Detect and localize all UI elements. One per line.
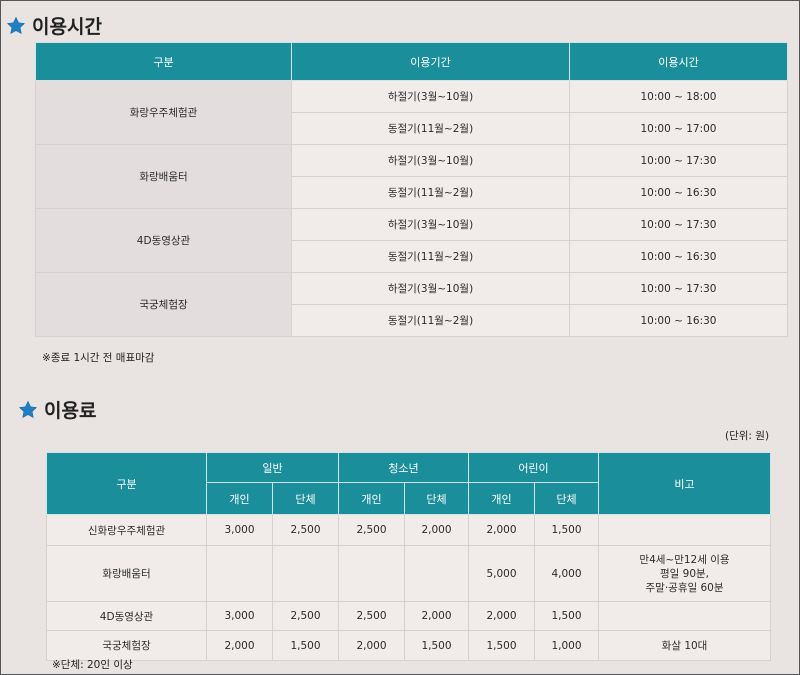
time-cell: 10:00 ~ 17:30 (569, 208, 788, 241)
table-row: 국궁체험장 하절기(3월~10월) 10:00 ~ 17:30 (35, 272, 788, 337)
time-cell: 10:00 ~ 17:30 (569, 144, 788, 177)
fee-cell (206, 545, 273, 602)
fee-cell (404, 545, 469, 602)
unit-label: (단위: 원) (725, 430, 770, 442)
star-icon (6, 16, 26, 34)
fee-cell: 2,000 (468, 601, 535, 631)
table-row: 4D동영상관 3,000 2,500 2,500 2,000 2,000 1,5… (46, 601, 771, 631)
fee-cell: 1,500 (534, 601, 599, 631)
hours-header-period: 이용기간 (291, 42, 570, 81)
period-cell: 하절기(3월~10월) (291, 144, 570, 177)
hours-title-text: 이용시간 (32, 16, 102, 38)
remark-cell (598, 601, 771, 631)
facility-cell: 화랑우주체험관 (35, 80, 292, 145)
facility-cell: 국궁체험장 (35, 272, 292, 337)
period-cell: 동절기(11월~2월) (291, 304, 570, 337)
fee-cell (272, 545, 339, 602)
table-row: 4D동영상관 하절기(3월~10월) 10:00 ~ 17:30 (35, 208, 788, 273)
fee-cell: 4,000 (534, 545, 599, 602)
period-cell: 동절기(11월~2월) (291, 240, 570, 273)
fee-cell: 1,500 (272, 630, 339, 661)
fee-cell: 2,500 (272, 601, 339, 631)
fee-cell (338, 545, 405, 602)
group-header-child: 어린이 (468, 452, 599, 483)
table-row: 화랑배움터 하절기(3월~10월) 10:00 ~ 17:30 (35, 144, 788, 209)
time-cell: 10:00 ~ 16:30 (569, 240, 788, 273)
subheader-group: 단체 (404, 482, 469, 515)
fee-cell: 2,000 (468, 514, 535, 546)
fee-cell: 1,500 (468, 630, 535, 661)
fee-cell: 2,500 (272, 514, 339, 546)
remark-line: 주말·공휴일 60분 (645, 581, 724, 594)
period-cell: 하절기(3월~10월) (291, 208, 570, 241)
subheader-individual: 개인 (206, 482, 273, 515)
remark-cell: 화살 10대 (598, 630, 771, 661)
fee-cell: 1,500 (534, 514, 599, 546)
fee-cell: 2,000 (404, 601, 469, 631)
fee-cell: 5,000 (468, 545, 535, 602)
period-cell: 동절기(11월~2월) (291, 112, 570, 145)
remark-line: 평일 90분, (659, 567, 710, 580)
period-cell: 하절기(3월~10월) (291, 272, 570, 305)
table-row: 국궁체험장 2,000 1,500 2,000 1,500 1,500 1,00… (46, 630, 771, 661)
hours-section-title: 이용시간 (6, 12, 102, 39)
subheader-group: 단체 (534, 482, 599, 515)
remark-line: 만4세~만12세 이용 (639, 553, 730, 566)
fee-cell: 2,000 (404, 514, 469, 546)
subheader-individual: 개인 (338, 482, 405, 515)
facility-cell: 국궁체험장 (46, 630, 207, 661)
subheader-group: 단체 (272, 482, 339, 515)
fees-title-text: 이용료 (44, 400, 97, 422)
group-header-general: 일반 (206, 452, 339, 483)
period-cell: 동절기(11월~2월) (291, 176, 570, 209)
remark-cell: 만4세~만12세 이용 평일 90분, 주말·공휴일 60분 (598, 545, 771, 602)
time-cell: 10:00 ~ 18:00 (569, 80, 788, 113)
hours-note: ※종료 1시간 전 매표마감 (42, 352, 155, 364)
facility-cell: 4D동영상관 (35, 208, 292, 273)
fee-cell: 3,000 (206, 514, 273, 546)
fee-cell: 2,000 (338, 630, 405, 661)
fee-cell: 2,500 (338, 601, 405, 631)
group-header-youth: 청소년 (338, 452, 469, 483)
fee-cell: 3,000 (206, 601, 273, 631)
facility-cell: 신화랑우주체험관 (46, 514, 207, 546)
fee-cell: 1,000 (534, 630, 599, 661)
fees-header-remark: 비고 (598, 452, 771, 515)
facility-cell: 화랑배움터 (46, 545, 207, 602)
fees-section-title: 이용료 (18, 396, 96, 423)
table-row: 화랑우주체험관 하절기(3월~10월) 10:00 ~ 18:00 (35, 80, 788, 145)
facility-cell: 4D동영상관 (46, 601, 207, 631)
hours-table: 구분 이용기간 이용시간 화랑우주체험관 하절기(3월~10월) 10:00 ~… (35, 42, 788, 337)
facility-cell: 화랑배움터 (35, 144, 292, 209)
hours-header-row: 구분 이용기간 이용시간 (35, 42, 788, 81)
remark-cell (598, 514, 771, 546)
time-cell: 10:00 ~ 16:30 (569, 176, 788, 209)
period-cell: 하절기(3월~10월) (291, 80, 570, 113)
fee-cell: 2,500 (338, 514, 405, 546)
fee-cell: 2,000 (206, 630, 273, 661)
time-cell: 10:00 ~ 17:00 (569, 112, 788, 145)
table-row: 화랑배움터 5,000 4,000 만4세~만12세 이용 평일 90분, 주말… (46, 545, 771, 602)
fees-header-category: 구분 (46, 452, 207, 515)
time-cell: 10:00 ~ 17:30 (569, 272, 788, 305)
fees-table: 구분 일반 청소년 어린이 비고 개인 단체 개인 단체 개인 단체 신화랑우주… (46, 452, 771, 661)
subheader-individual: 개인 (468, 482, 535, 515)
fee-cell: 1,500 (404, 630, 469, 661)
time-cell: 10:00 ~ 16:30 (569, 304, 788, 337)
hours-header-category: 구분 (35, 42, 292, 81)
star-icon (18, 400, 38, 418)
hours-header-time: 이용시간 (569, 42, 788, 81)
fees-note: ※단체: 20인 이상 (52, 659, 133, 671)
fees-header-row: 구분 일반 청소년 어린이 비고 (46, 452, 771, 515)
table-row: 신화랑우주체험관 3,000 2,500 2,500 2,000 2,000 1… (46, 514, 771, 546)
